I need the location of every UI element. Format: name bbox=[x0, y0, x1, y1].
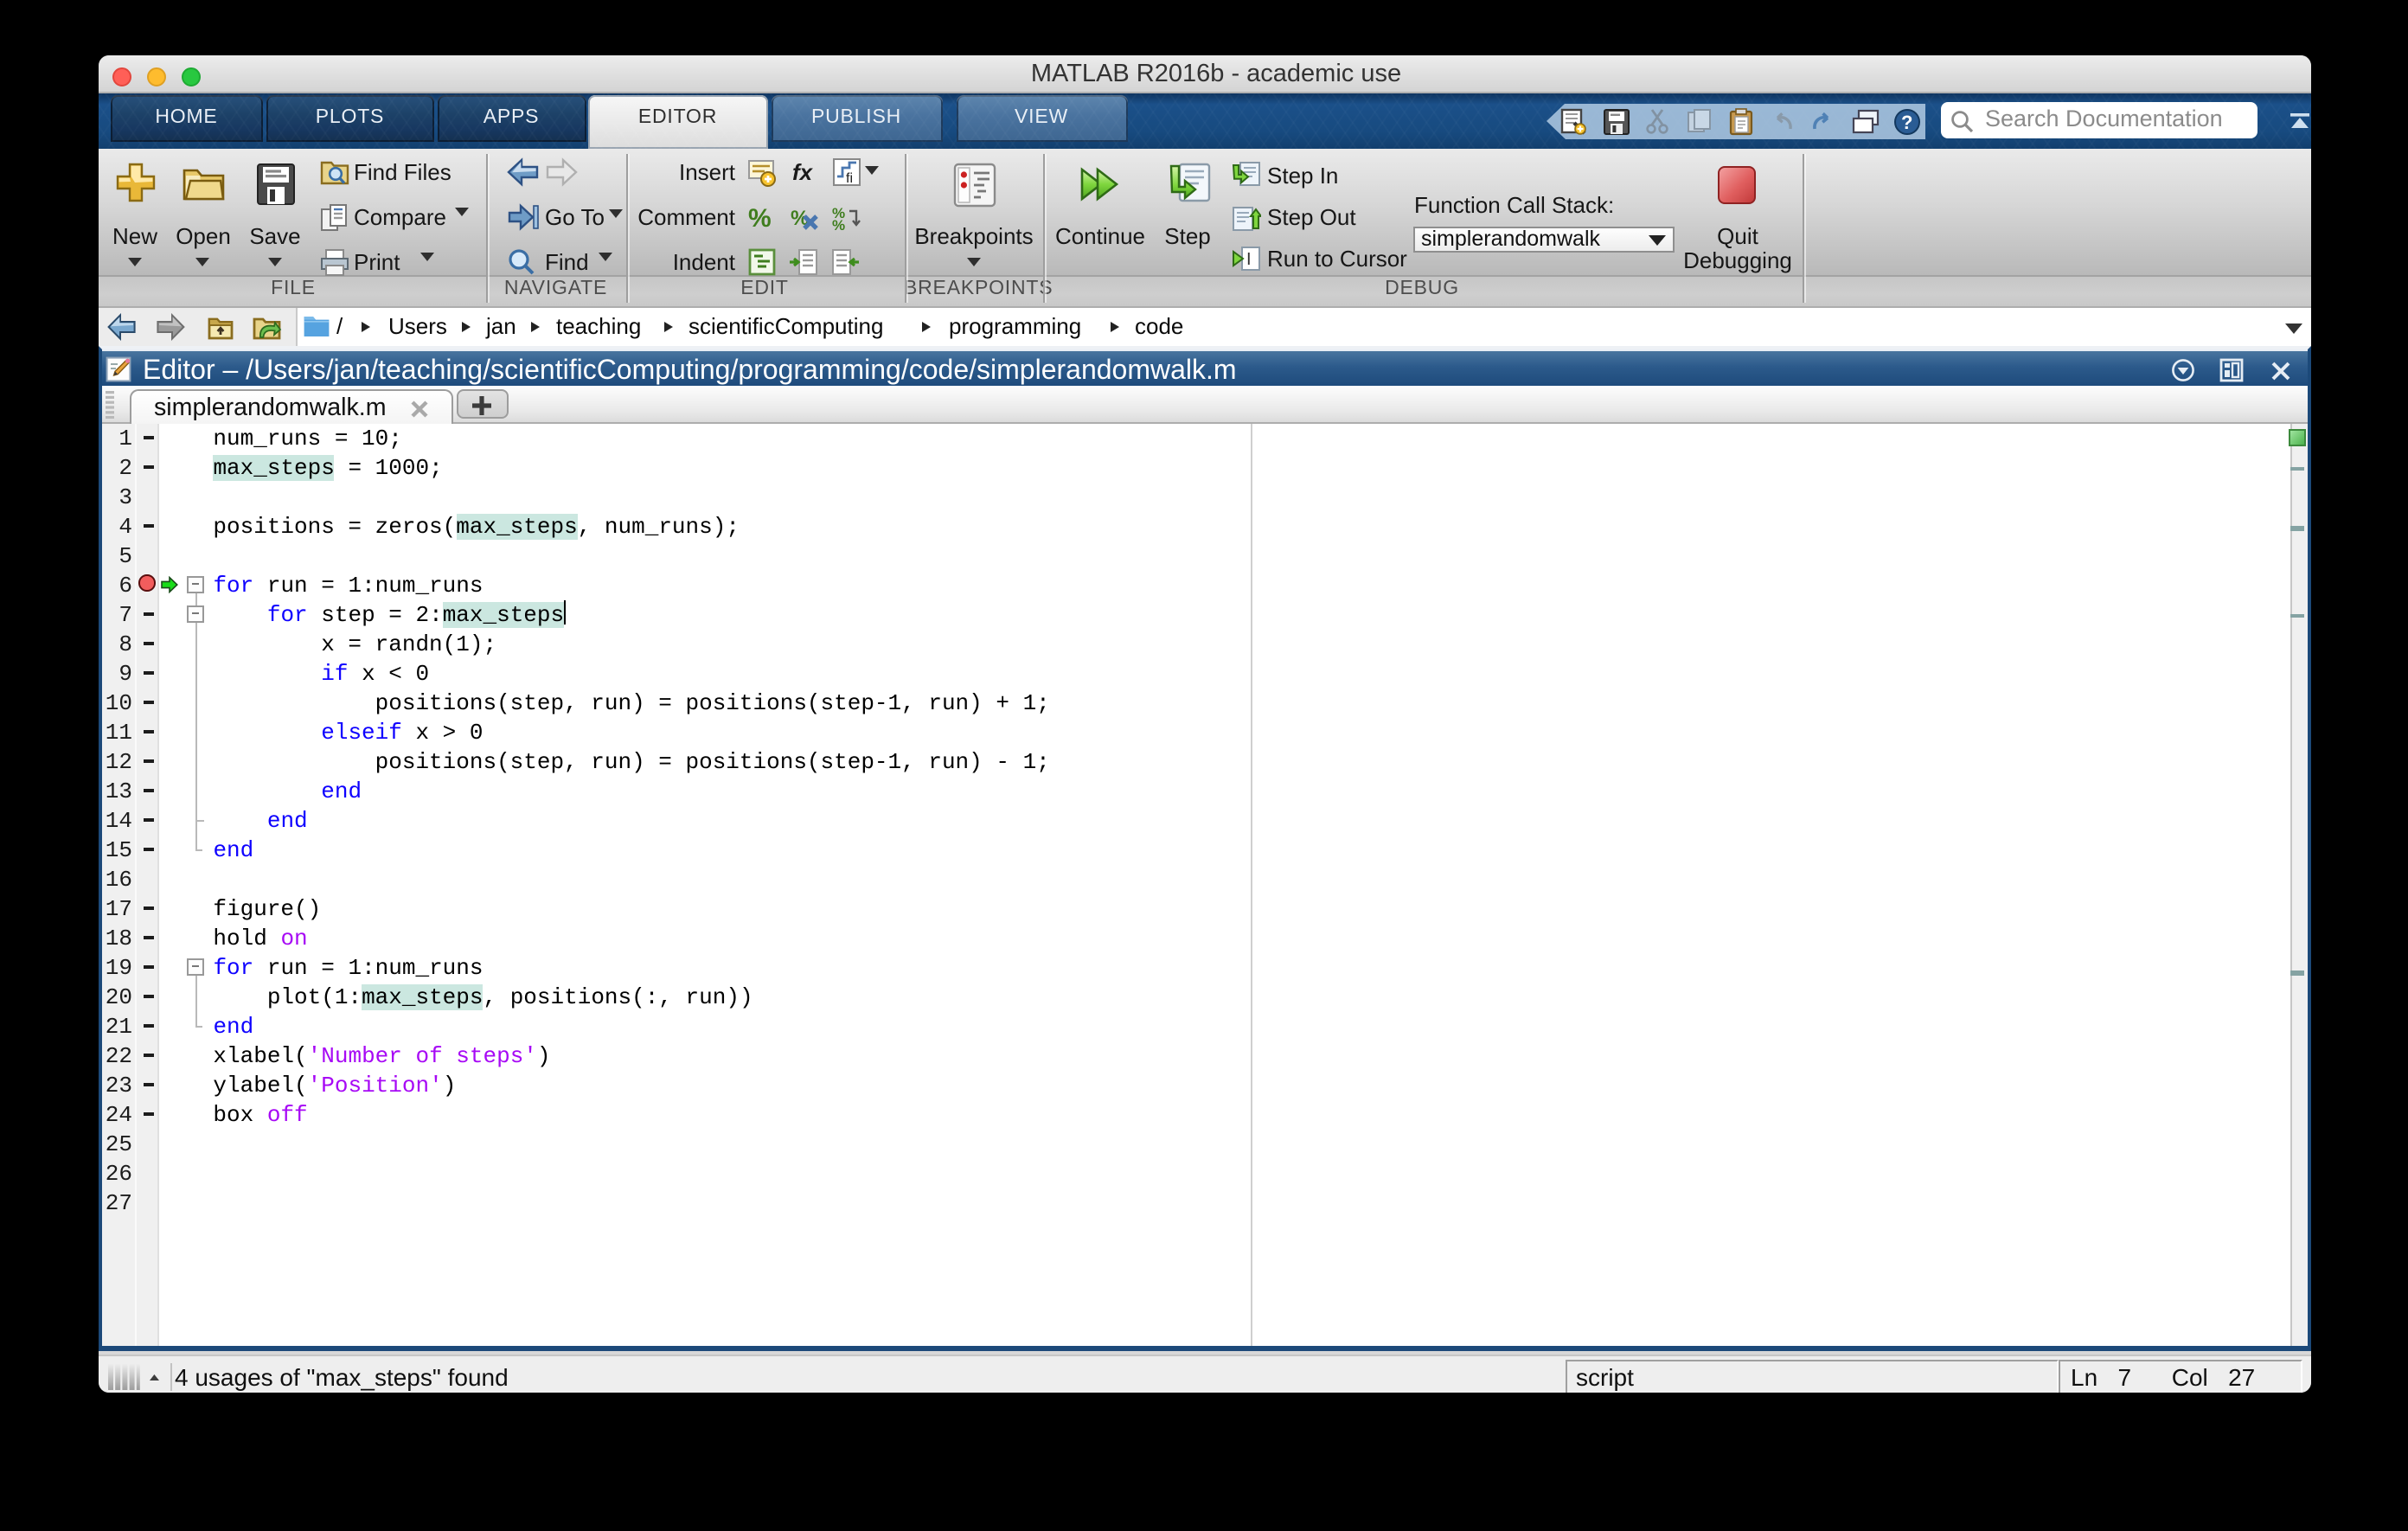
svg-text:?: ? bbox=[1900, 111, 1912, 132]
svg-text:I: I bbox=[1246, 249, 1252, 268]
svg-text:fx: fx bbox=[792, 159, 814, 185]
svg-text:%: % bbox=[831, 217, 844, 232]
svg-text:fi: fi bbox=[845, 171, 852, 186]
svg-text:%: % bbox=[747, 204, 771, 232]
